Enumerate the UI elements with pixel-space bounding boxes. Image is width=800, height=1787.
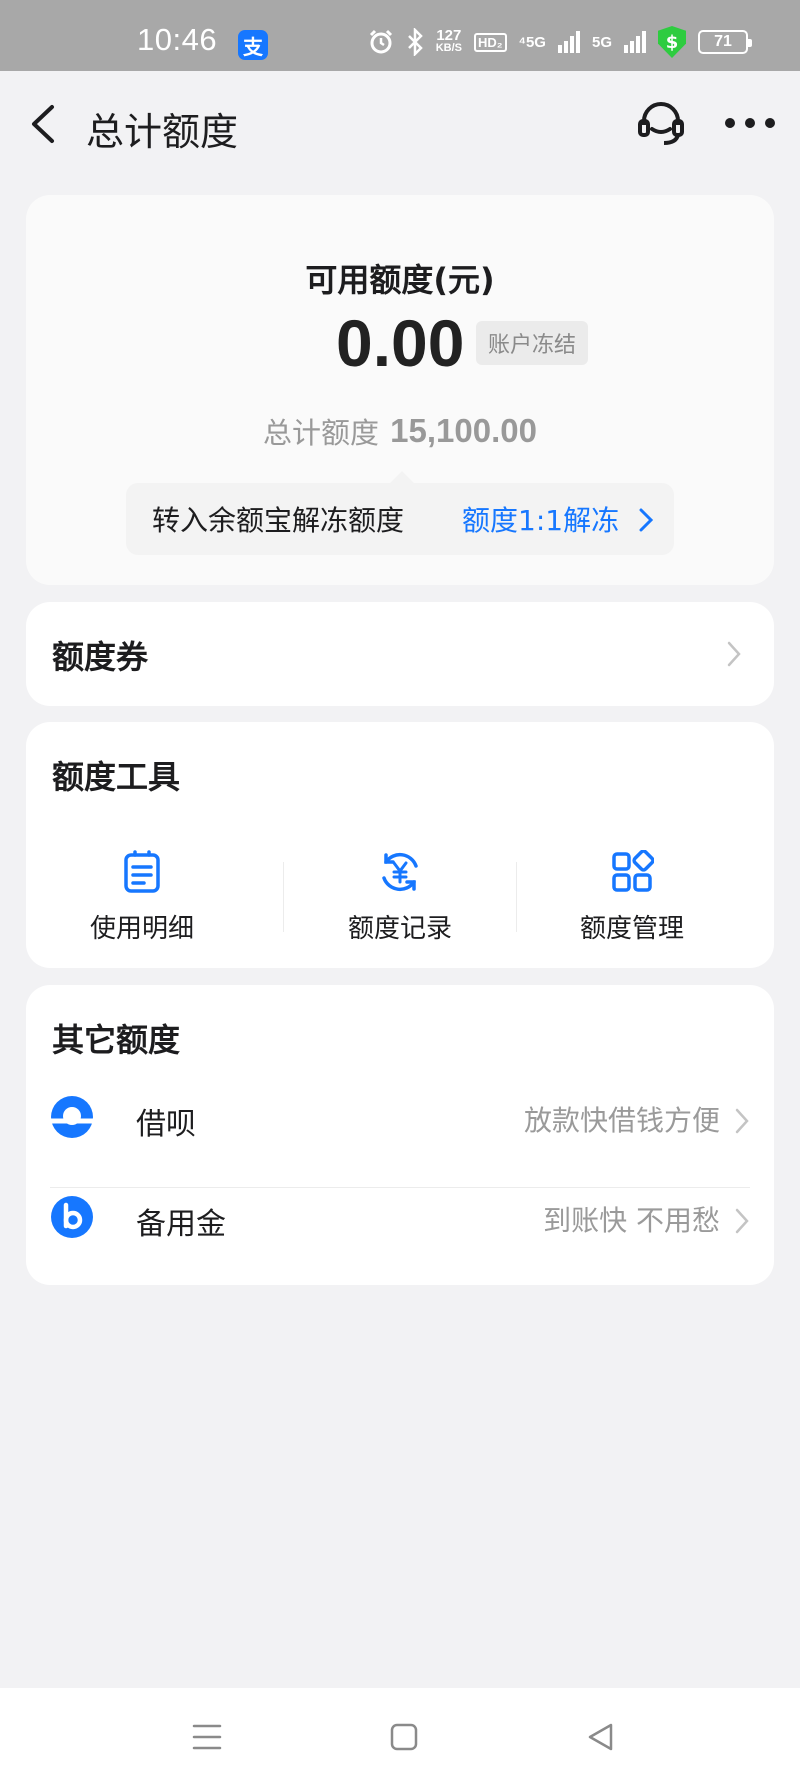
beiyongjin-name: 备用金 bbox=[136, 1207, 226, 1242]
grid-icon bbox=[612, 850, 654, 892]
credit-coupon-row[interactable]: 额度券 bbox=[26, 602, 774, 706]
signal-icon-1 bbox=[557, 31, 580, 53]
tool-credit-records[interactable]: 额度记录 bbox=[284, 850, 516, 945]
system-nav-bar bbox=[0, 1688, 800, 1787]
available-credit-value: 0.00 bbox=[336, 306, 465, 380]
page-title: 总计额度 bbox=[86, 110, 239, 154]
tool-credit-management[interactable]: 额度管理 bbox=[516, 850, 748, 945]
net-speed-unit: KB/S bbox=[435, 42, 462, 54]
back-arrow-icon[interactable] bbox=[24, 101, 64, 147]
unfreeze-link[interactable]: 额度1:1解冻 bbox=[462, 499, 619, 539]
chevron-right-icon bbox=[727, 641, 741, 667]
menu-icon[interactable] bbox=[190, 1720, 224, 1754]
jiebei-name: 借呗 bbox=[136, 1107, 196, 1142]
beiyongjin-logo-icon bbox=[51, 1196, 93, 1238]
customer-service-icon[interactable] bbox=[636, 99, 686, 147]
credit-coupon-title: 额度券 bbox=[52, 638, 149, 676]
bluetooth-icon bbox=[407, 28, 423, 56]
chevron-right-icon bbox=[735, 1108, 749, 1134]
credit-tools-card: 额度工具 使用明细 额度记录 额度管理 bbox=[26, 722, 774, 968]
tool-label: 额度管理 bbox=[579, 914, 684, 944]
tool-label: 额度记录 bbox=[347, 914, 452, 944]
more-options-icon[interactable] bbox=[722, 115, 778, 131]
jiebei-logo-icon bbox=[51, 1096, 93, 1138]
status-indicators: 127 KB/S HD₂ ⁴5G 5G $ 71 bbox=[368, 26, 752, 58]
alarm-icon bbox=[369, 29, 392, 54]
net-speed-value: 127 bbox=[436, 27, 462, 44]
network-5g-label-1: ⁴5G bbox=[518, 33, 546, 51]
unfreeze-banner[interactable]: 转入余额宝解冻额度 额度1:1解冻 bbox=[126, 471, 674, 555]
hd-icon: HD₂ bbox=[473, 32, 507, 52]
app-header: 总计额度 bbox=[0, 71, 800, 176]
account-frozen-badge: 账户冻结 bbox=[476, 321, 589, 365]
total-credit-value: 15,100.00 bbox=[390, 412, 537, 449]
available-credit-card: 可用额度(元) 0.00 账户冻结 总计额度 15,100.00 转入余额宝解冻… bbox=[26, 195, 774, 585]
tool-usage-details[interactable]: 使用明细 bbox=[26, 850, 258, 945]
credit-tools-title: 额度工具 bbox=[52, 758, 181, 796]
battery-icon: 71 bbox=[698, 30, 752, 54]
beiyongjin-desc: 到账快 不用愁 bbox=[543, 1204, 720, 1237]
net-speed: 127 KB/S bbox=[435, 27, 462, 55]
back-triangle-icon[interactable] bbox=[584, 1720, 618, 1754]
beiyongjin-row[interactable]: 备用金 到账快 不用愁 bbox=[50, 1177, 750, 1257]
tool-label: 使用明细 bbox=[89, 914, 194, 944]
jiebei-row[interactable]: 借呗 放款快借钱方便 bbox=[50, 1077, 750, 1157]
other-credit-title: 其它额度 bbox=[52, 1021, 181, 1059]
alipay-app-icon: 支 bbox=[238, 30, 268, 60]
other-credit-card: 其它额度 借呗 放款快借钱方便 备用金 到账快 不用愁 bbox=[26, 985, 774, 1285]
home-icon[interactable] bbox=[387, 1720, 421, 1754]
yuan-record-icon bbox=[382, 852, 418, 892]
chevron-right-icon bbox=[639, 508, 654, 532]
security-shield-icon: $ bbox=[658, 26, 686, 58]
available-credit-label: 可用额度(元) bbox=[305, 261, 495, 299]
status-time: 10:46 bbox=[137, 22, 218, 57]
chevron-right-icon bbox=[735, 1208, 749, 1234]
list-icon bbox=[124, 850, 160, 893]
status-bar: 10:46 支 127 KB/S HD₂ ⁴5G 5G $ 71 bbox=[0, 0, 800, 71]
signal-icon-2 bbox=[624, 31, 646, 53]
unfreeze-text: 转入余额宝解冻额度 bbox=[152, 504, 405, 537]
network-5g-label-2: 5G bbox=[591, 33, 612, 51]
jiebei-desc: 放款快借钱方便 bbox=[523, 1104, 720, 1137]
total-credit-row: 总计额度 15,100.00 bbox=[26, 410, 774, 452]
total-credit-label: 总计额度 bbox=[263, 416, 380, 450]
